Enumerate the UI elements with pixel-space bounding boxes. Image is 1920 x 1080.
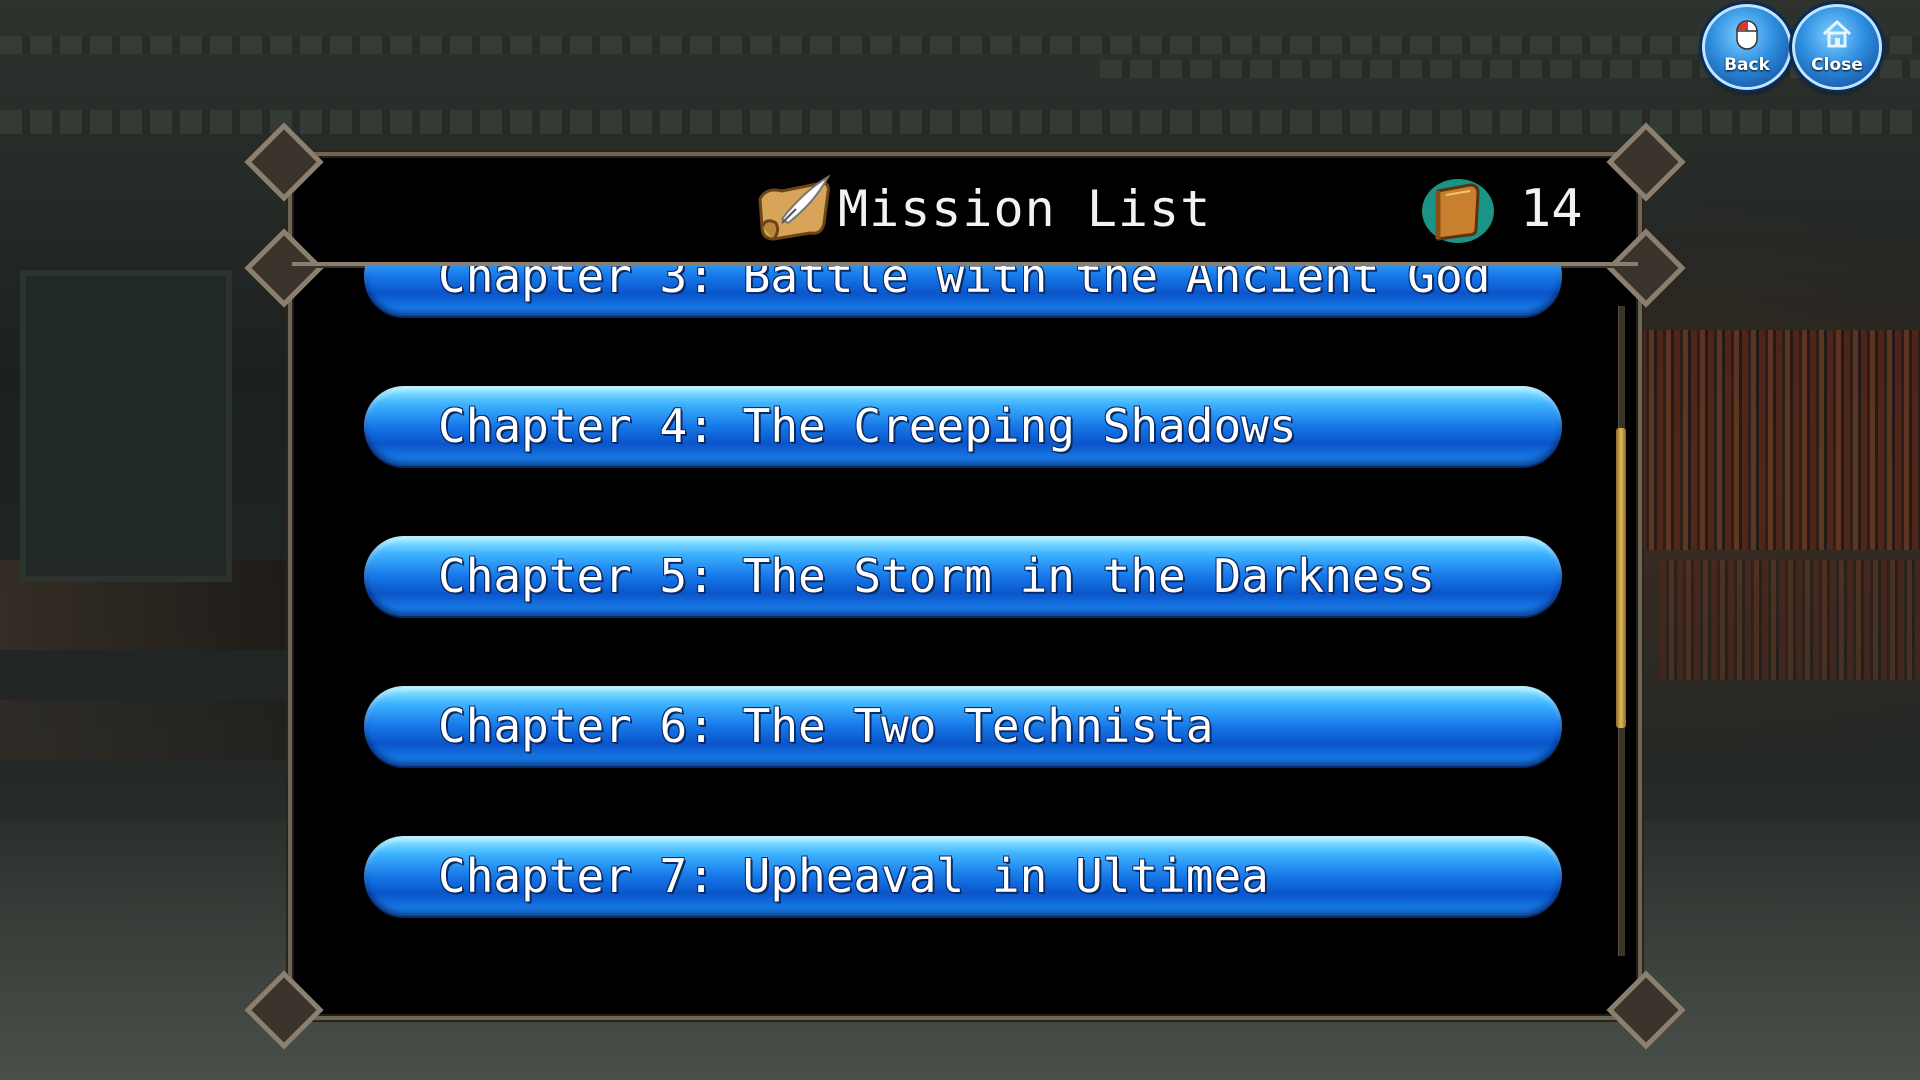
scroll-quill-icon [758,174,831,241]
chapter-button[interactable]: Chapter 6: The Two Technista [364,686,1562,766]
back-button[interactable]: Back [1702,4,1792,90]
chapter-label: Chapter 5: The Storm in the Darkness [438,549,1435,603]
book-icon [1422,179,1494,243]
home-icon [1822,19,1852,48]
dialog-title: Mission List [838,180,1212,238]
scrollbar-thumb[interactable] [1616,428,1626,728]
chapter-button[interactable]: Chapter 3: Battle with the Ancient God [364,266,1562,316]
mouse-icon [1736,20,1758,50]
chapter-label: Chapter 4: The Creeping Shadows [438,399,1297,453]
mission-count: 14 [1520,179,1583,239]
chapter-button[interactable]: Chapter 5: The Storm in the Darkness [364,536,1562,616]
chapter-label: Chapter 7: Upheaval in Ultimea [438,849,1269,903]
chapter-list[interactable]: Chapter 3: Battle with the Ancient God C… [364,266,1562,992]
mission-list-dialog: Mission List 14 Chapter 3: Battle with t… [244,122,1686,1050]
chapter-label: Chapter 3: Battle with the Ancient God [438,266,1491,303]
chapter-button[interactable]: Chapter 7: Upheaval in Ultimea [364,836,1562,916]
close-button[interactable]: Close [1792,4,1882,90]
chapter-label: Chapter 6: The Two Technista [438,699,1214,753]
chapter-button[interactable]: Chapter 4: The Creeping Shadows [364,386,1562,466]
back-button-label: Back [1724,55,1770,75]
dialog-header: Mission List 14 [292,156,1638,266]
close-button-label: Close [1811,55,1863,75]
